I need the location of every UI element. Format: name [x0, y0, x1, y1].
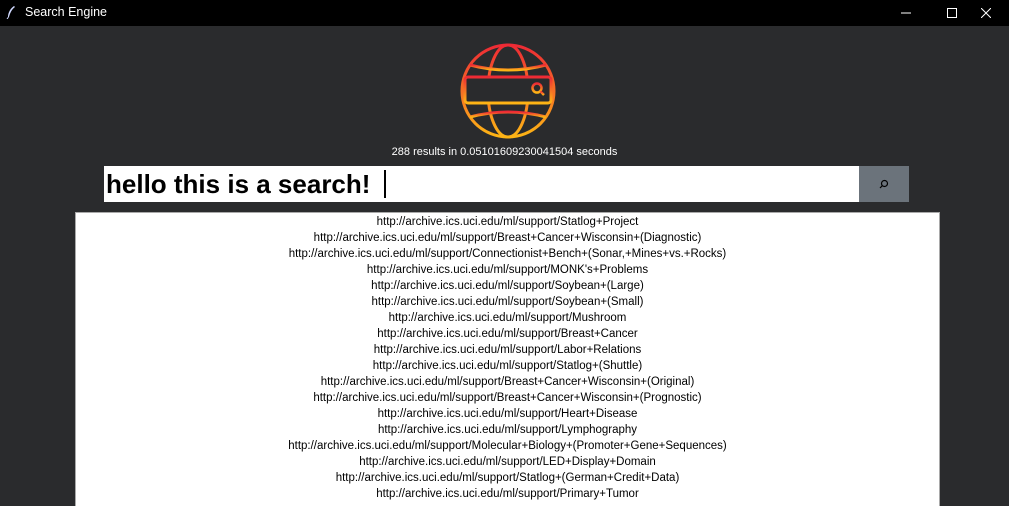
result-item[interactable]: http://archive.ics.uci.edu/ml/support/He…: [76, 406, 939, 422]
search-button[interactable]: [859, 166, 909, 202]
search-input[interactable]: [104, 166, 859, 202]
result-item[interactable]: http://archive.ics.uci.edu/ml/support/St…: [76, 358, 939, 374]
window-title: Search Engine: [25, 5, 108, 19]
result-item[interactable]: http://archive.ics.uci.edu/ml/support/Mo…: [76, 438, 939, 454]
result-item[interactable]: http://archive.ics.uci.edu/ml/support/St…: [76, 470, 939, 486]
close-button[interactable]: [963, 0, 1009, 26]
result-item[interactable]: http://archive.ics.uci.edu/ml/support/Br…: [76, 374, 939, 390]
minimize-button[interactable]: [883, 0, 929, 26]
result-item[interactable]: http://archive.ics.uci.edu/ml/support/St…: [76, 214, 939, 230]
result-item[interactable]: http://archive.ics.uci.edu/ml/support/Br…: [76, 390, 939, 406]
result-item[interactable]: http://archive.ics.uci.edu/ml/support/Mu…: [76, 310, 939, 326]
text-caret: [384, 170, 386, 198]
result-item[interactable]: http://archive.ics.uci.edu/ml/support/Co…: [76, 246, 939, 262]
close-icon: [981, 8, 991, 18]
result-item[interactable]: http://archive.ics.uci.edu/ml/support/Pr…: [76, 486, 939, 502]
title-bar[interactable]: Search Engine: [0, 0, 1009, 26]
result-item[interactable]: http://archive.ics.uci.edu/ml/support/Br…: [76, 326, 939, 342]
feather-icon: [6, 6, 15, 19]
result-item[interactable]: http://archive.ics.uci.edu/ml/support/So…: [76, 294, 939, 310]
app-window: Search Engine 288 results in 0.051016092…: [0, 0, 1009, 506]
maximize-icon: [947, 8, 957, 18]
minimize-icon: [901, 12, 911, 14]
result-item[interactable]: http://archive.ics.uci.edu/ml/support/MO…: [76, 262, 939, 278]
result-item[interactable]: http://archive.ics.uci.edu/ml/support/LE…: [76, 454, 939, 470]
result-item[interactable]: http://archive.ics.uci.edu/ml/support/Br…: [76, 230, 939, 246]
result-item[interactable]: http://archive.ics.uci.edu/ml/support/La…: [76, 342, 939, 358]
globe-search-logo-icon: [460, 43, 556, 139]
results-list[interactable]: http://archive.ics.uci.edu/ml/support/St…: [75, 212, 940, 506]
search-icon: [879, 179, 889, 189]
result-item[interactable]: http://archive.ics.uci.edu/ml/support/Ly…: [76, 422, 939, 438]
result-item[interactable]: http://archive.ics.uci.edu/ml/support/So…: [76, 278, 939, 294]
results-status: 288 results in 0.05101609230041504 secon…: [391, 146, 618, 158]
